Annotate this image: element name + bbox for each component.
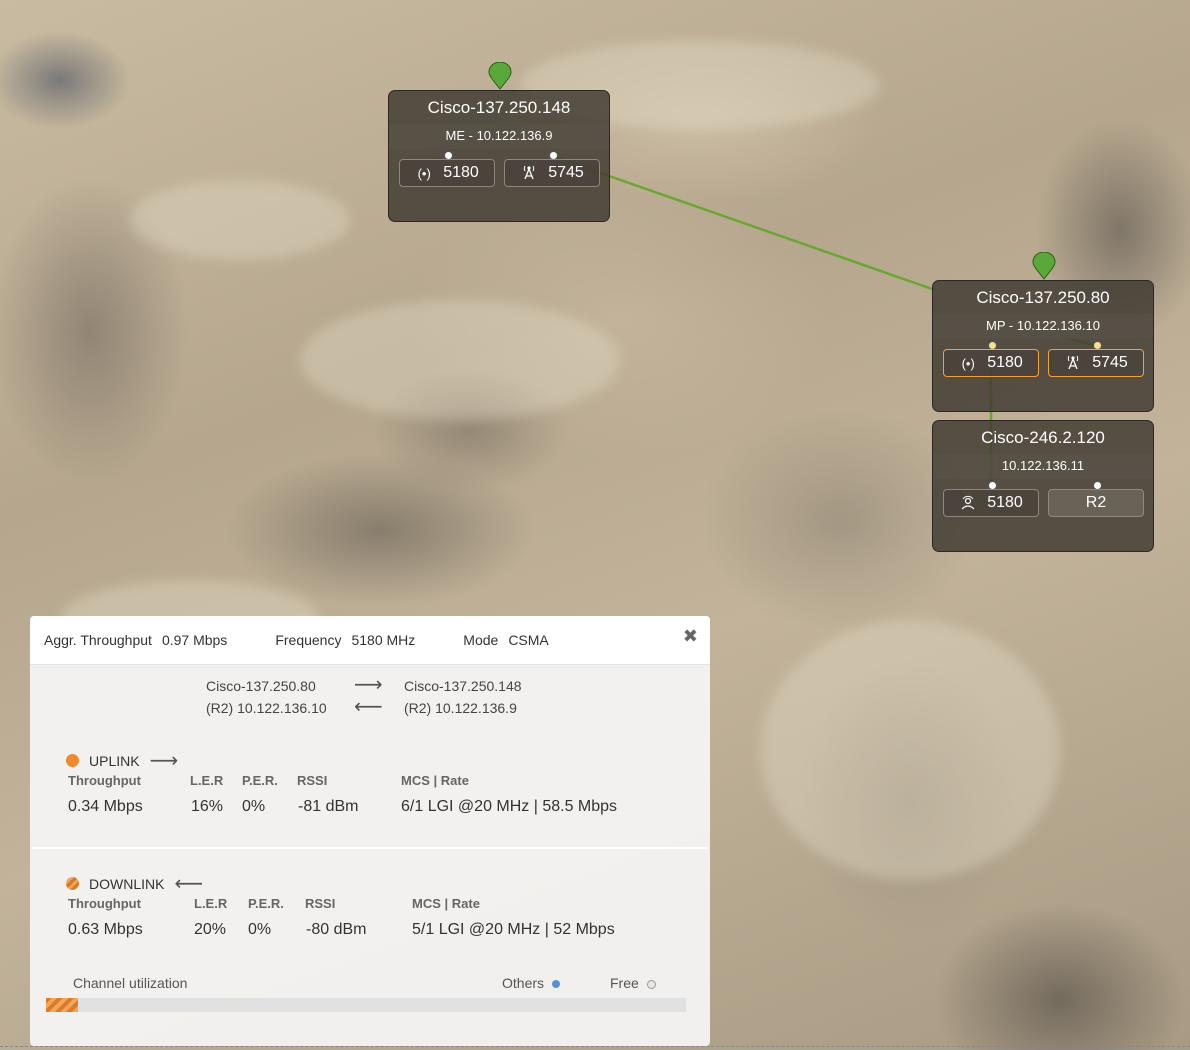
mode-label: Mode [463,632,499,648]
link-target-ip: (R2) 10.122.136.9 [404,700,517,716]
throughput-value: 0.34 Mbps [68,798,143,815]
link-target-name: Cisco-137.250.148 [404,678,522,694]
link-source-ip: (R2) 10.122.136.10 [206,700,327,716]
downlink-title: DOWNLINK [89,875,165,892]
user-radio-icon [959,494,977,513]
panel-header: Aggr. Throughput 0.97 Mbps Frequency 5180 … [30,616,710,665]
port-frequency: 5180 [987,354,1023,371]
rssi-header: RSSI [297,773,328,788]
frequency-value: 5180 MHz [351,632,416,648]
rssi-header: RSSI [305,896,336,911]
per-header: P.E.R. [242,773,278,788]
node-card-root[interactable]: Cisco-137.250.148 ME - 10.122.136.9 (•) … [388,90,610,222]
downlink-status-dot [66,877,79,890]
map-bottom-edge [0,1046,1190,1047]
throughput-header: Throughput [68,773,141,788]
port-label: R2 [1085,494,1107,511]
per-header: P.E.R. [248,896,284,911]
channel-utilization-label: Channel utilization [73,975,188,991]
legend-free: Free [610,975,656,991]
others-color-dot [552,980,561,989]
per-value: 0% [242,798,266,815]
left-arrow-icon: ⟵ [354,696,383,718]
node-ip: 10.122.136.11 [933,454,1153,479]
free-color-dot [646,979,656,989]
ler-value: 20% [194,921,227,938]
node-name: Cisco-137.250.80 [976,288,1110,307]
node-role-ip: ME - 10.122.136.9 [389,124,609,149]
port-frequency: 5180 [987,494,1023,511]
map-pin-icon[interactable] [1032,252,1056,280]
legend-others: Others [502,975,561,991]
channel-utilization-fill [46,998,78,1012]
channel-utilization-bar [46,998,686,1012]
uplink-status-dot [66,754,79,767]
per-value: 0% [248,921,272,938]
left-arrow-icon: ⟵ [174,873,204,895]
mcs-value: 6/1 LGI @20 MHz | 58.5 Mbps [401,798,618,815]
rssi-value: -81 dBm [298,798,359,815]
map-pin-icon[interactable] [488,62,512,90]
node-role-ip: MP - 10.122.136.10 [933,314,1153,339]
throughput-value: 0.63 Mbps [68,921,143,938]
link-source-name: Cisco-137.250.80 [206,678,316,694]
port-frequency: 5745 [1092,354,1128,371]
radio-port-5180[interactable]: (•) 5180 [399,159,495,187]
right-arrow-icon: ⟶ [354,674,383,696]
frequency-label: Frequency [275,632,342,648]
legend-others-label: Others [502,975,545,991]
radio-port-r2[interactable]: R2 [1048,489,1144,517]
ler-value: 16% [191,798,224,815]
mcs-header: MCS | Rate [401,773,469,788]
aggr-throughput-value: 0.97 Mbps [161,632,228,648]
section-divider [32,847,708,849]
legend-free-label: Free [610,975,639,991]
aggr-throughput-label: Aggr. Throughput [44,632,152,648]
node-card-mesh-point[interactable]: Cisco-137.250.80 MP - 10.122.136.10 (•) … [932,280,1154,412]
rssi-value: -80 dBm [306,921,367,938]
radio-port-5745[interactable]: 5745 [1048,349,1144,377]
port-frequency: 5180 [443,164,479,181]
ler-header: L.E.R [194,896,228,911]
node-name: Cisco-246.2.120 [981,428,1105,447]
antenna-icon [520,164,538,183]
radio-waves-icon: (•) [417,165,431,181]
radio-waves-icon: (•) [961,355,975,371]
ler-header: L.E.R [190,773,224,788]
close-icon[interactable]: ✖ [683,626,698,647]
radio-port-5745[interactable]: 5745 [504,159,600,187]
port-frequency: 5745 [548,164,584,181]
antenna-icon [1064,354,1082,373]
node-name: Cisco-137.250.148 [427,98,571,117]
radio-port-5180[interactable]: 5180 [943,489,1039,517]
link-details-panel: Aggr. Throughput 0.97 Mbps Frequency 5180 … [30,616,710,1046]
right-arrow-icon: ⟶ [149,750,179,772]
throughput-header: Throughput [68,896,141,911]
uplink-title: UPLINK [89,752,140,769]
radio-port-5180[interactable]: (•) 5180 [943,349,1039,377]
mcs-value: 5/1 LGI @20 MHz | 52 Mbps [412,921,615,938]
node-card-client[interactable]: Cisco-246.2.120 10.122.136.11 5180 R2 [932,420,1154,552]
mode-value: CSMA [508,632,549,648]
mcs-header: MCS | Rate [412,896,480,911]
